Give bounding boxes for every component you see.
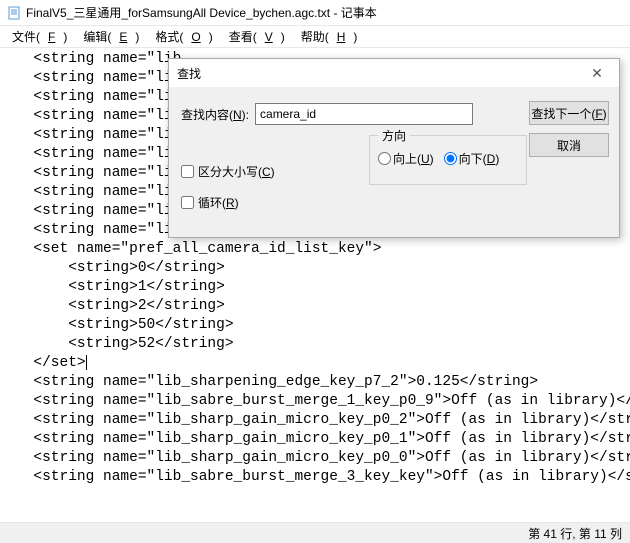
find-dialog: 查找 ✕ 查找内容(N): 查找下一个(F) 取消 方向 向上(U) 向下(D)… xyxy=(168,58,620,238)
editor-line: <string name="lib_sharpening_edge_key_p7… xyxy=(16,373,624,392)
editor-line: <set name="pref_all_camera_id_list_key"> xyxy=(16,240,624,259)
editor-line: <string name="lib_sabre_burst_merge_3_ke… xyxy=(16,468,624,487)
editor-line: <string name="lib_sabre_burst_merge_1_ke… xyxy=(16,392,624,411)
direction-group: 方向 向上(U) 向下(D) xyxy=(369,135,527,185)
match-case-checkbox[interactable]: 区分大小写(C) xyxy=(181,163,275,180)
find-next-button[interactable]: 查找下一个(F) xyxy=(529,101,609,125)
menu-view[interactable]: 查看(V) xyxy=(221,26,293,47)
editor-line: <string name="lib_sharp_gain_micro_key_p… xyxy=(16,430,624,449)
menu-edit[interactable]: 编辑(E) xyxy=(75,26,147,47)
direction-legend: 方向 xyxy=(378,127,410,144)
cancel-button[interactable]: 取消 xyxy=(529,133,609,157)
menu-help[interactable]: 帮助(H) xyxy=(293,26,366,47)
editor-line: <string>52</string> xyxy=(16,335,624,354)
find-label: 查找内容(N): xyxy=(181,106,249,123)
menu-format[interactable]: 格式(O) xyxy=(147,26,220,47)
dialog-title: 查找 xyxy=(177,65,201,82)
editor-line: <string>1</string> xyxy=(16,278,624,297)
notepad-icon xyxy=(6,5,22,21)
editor-line: <string name="lib_sharp_gain_micro_key_p… xyxy=(16,411,624,430)
editor-line: <string name="lib_sharp_gain_micro_key_p… xyxy=(16,449,624,468)
cursor-position: 第 41 行, 第 11 列 xyxy=(528,525,622,542)
editor-line: <string>2</string> xyxy=(16,297,624,316)
editor-line: <string>50</string> xyxy=(16,316,624,335)
editor-line: </set> xyxy=(16,354,624,373)
menu-file[interactable]: 文件(F) xyxy=(4,26,75,47)
radio-up[interactable]: 向上(U) xyxy=(378,150,434,167)
close-icon[interactable]: ✕ xyxy=(583,63,611,83)
editor-line: <string>0</string> xyxy=(16,259,624,278)
find-input[interactable] xyxy=(255,103,473,125)
titlebar: FinalV5_三星通用_forSamsungAll Device_bychen… xyxy=(0,0,630,26)
wrap-checkbox[interactable]: 循环(R) xyxy=(181,194,275,211)
radio-down[interactable]: 向下(D) xyxy=(444,150,500,167)
menubar: 文件(F) 编辑(E) 格式(O) 查看(V) 帮助(H) xyxy=(0,26,630,48)
window-title: FinalV5_三星通用_forSamsungAll Device_bychen… xyxy=(26,4,377,21)
statusbar: 第 41 行, 第 11 列 xyxy=(0,522,630,543)
dialog-titlebar: 查找 ✕ xyxy=(169,59,619,87)
